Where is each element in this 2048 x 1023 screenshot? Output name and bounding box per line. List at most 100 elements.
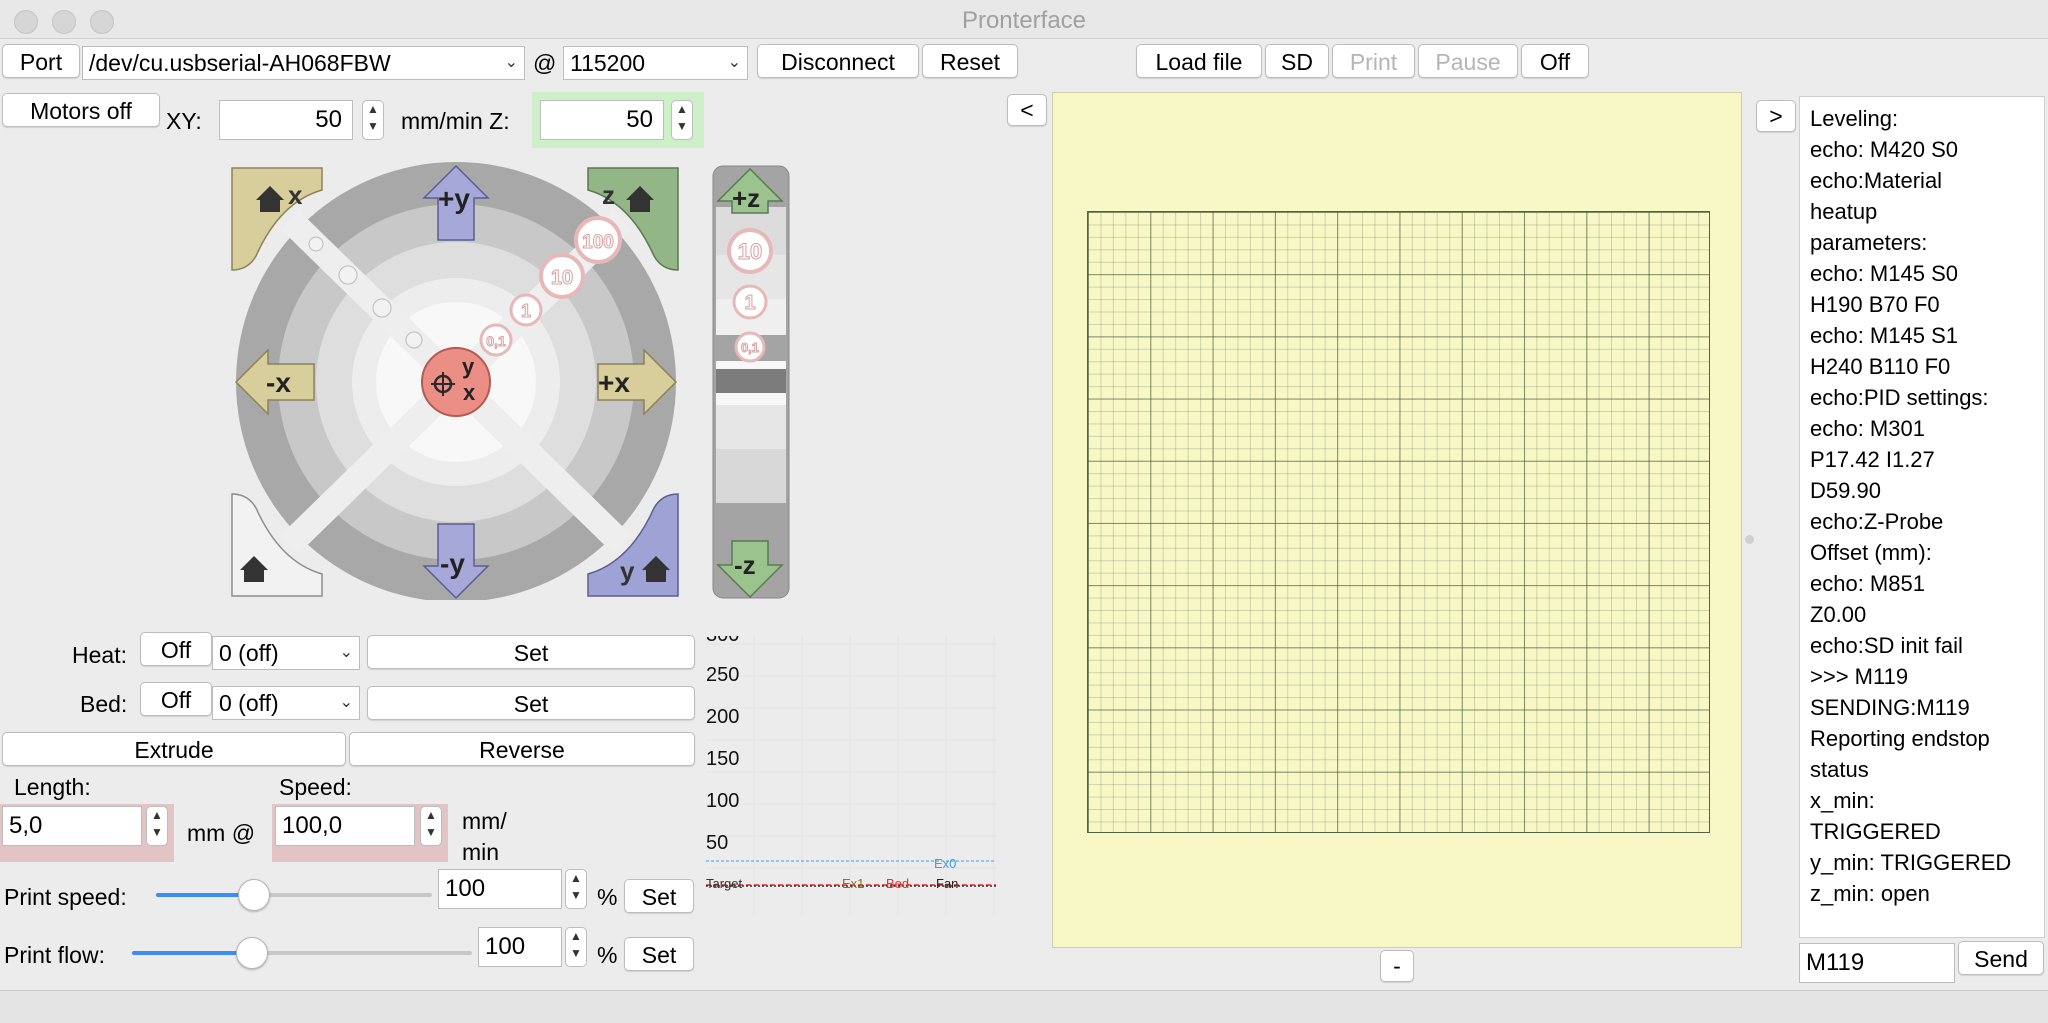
print-flow-input[interactable]: 100 — [478, 927, 562, 967]
y-tick-300: 300 — [706, 636, 739, 647]
print-speed-slider-knob[interactable] — [237, 879, 270, 911]
length-stepper[interactable]: ▲ ▼ — [146, 806, 168, 846]
console-line: Offset (mm): — [1810, 540, 1932, 565]
disconnect-button[interactable]: Disconnect — [757, 44, 919, 78]
home-x-label: x — [288, 180, 303, 210]
print-speed-input[interactable]: 100 — [438, 869, 562, 909]
console-line: P17.42 I1.27 — [1810, 447, 1935, 472]
y-tick-200: 200 — [706, 706, 740, 728]
heat-value: 0 (off) — [219, 640, 279, 666]
console-line: Reporting endstop — [1810, 726, 1990, 751]
xy-label: XY: — [166, 108, 202, 134]
reset-button[interactable]: Reset — [922, 44, 1018, 78]
console-log[interactable]: Leveling: echo: M420 S0 echo:Material heatu… — [1799, 96, 2045, 938]
print-speed-set-button[interactable]: Set — [624, 879, 694, 913]
status-bar — [0, 990, 2048, 1023]
z-step-1-label: 1 — [744, 292, 755, 314]
pause-button[interactable]: Pause — [1418, 44, 1518, 78]
min-unit-label: min — [462, 839, 500, 865]
heat-set-button[interactable]: Set — [367, 635, 695, 669]
y-tick-250: 250 — [706, 664, 740, 686]
temperature-graph: 300 250 200 150 100 50 Ex0 Target Ex1 Be… — [706, 636, 996, 914]
xy-jog-control[interactable]: x z y +y -y -x +x 100 10 1 0,1 y x — [230, 160, 690, 600]
plus-x-label: +x — [598, 367, 630, 398]
load-file-button[interactable]: Load file — [1136, 44, 1262, 78]
z-feedrate-stepper[interactable]: ▲ ▼ — [671, 100, 693, 140]
console-line: echo: M145 S0 — [1810, 261, 1958, 286]
console-line: x_min: — [1810, 788, 1875, 813]
splitter-handle[interactable] — [1745, 535, 1754, 544]
console-line: parameters: — [1810, 230, 1928, 255]
send-button[interactable]: Send — [1958, 941, 2044, 975]
legend-target: Target — [706, 876, 743, 891]
reverse-button[interactable]: Reverse — [349, 732, 695, 766]
z-step-10-label: 10 — [738, 239, 762, 264]
z-feedrate-input[interactable]: 50 — [540, 100, 664, 140]
step-10-label: 10 — [551, 267, 573, 289]
console-line: status — [1810, 757, 1869, 782]
bed-set-button[interactable]: Set — [367, 686, 695, 720]
mm-at-label: mm @ — [187, 820, 256, 846]
off-button[interactable]: Off — [1521, 44, 1589, 78]
bed-label: Bed: — [80, 691, 128, 717]
bed-select[interactable]: 0 (off) ⌄ — [212, 686, 360, 720]
mm-unit-label: mm/ — [462, 808, 507, 834]
speed-input[interactable]: 100,0 — [275, 806, 415, 846]
bed-value: 0 (off) — [219, 690, 279, 716]
z-plus-label: +z — [732, 183, 760, 213]
plus-y-label: +y — [438, 183, 470, 214]
heat-select[interactable]: 0 (off) ⌄ — [212, 636, 360, 670]
chevron-down-icon: ⌄ — [339, 694, 353, 711]
z-down-10-button[interactable] — [716, 449, 786, 503]
legend-ex1: Ex1 — [842, 876, 865, 891]
port-select[interactable]: /dev/cu.usbserial-AH068FBW ⌄ — [82, 46, 525, 80]
center-button[interactable] — [421, 347, 491, 417]
console-line: >>> M119 — [1810, 664, 1909, 689]
print-flow-stepper[interactable]: ▲ ▼ — [565, 927, 587, 967]
step-dot — [308, 236, 324, 252]
print-button[interactable]: Print — [1332, 44, 1415, 78]
at-label: @ — [533, 50, 557, 76]
speed-stepper[interactable]: ▲ ▼ — [420, 806, 442, 846]
home-y-label: y — [620, 556, 635, 586]
y-tick-100: 100 — [706, 790, 740, 812]
console-line: echo:SD init fail — [1810, 633, 1963, 658]
chevron-down-icon: ⌄ — [339, 644, 353, 661]
heat-off-button[interactable]: Off — [140, 632, 212, 666]
print-flow-slider-knob[interactable] — [236, 937, 268, 969]
console-line: echo:PID settings: — [1810, 385, 1989, 410]
z-down-1-button[interactable] — [716, 405, 786, 449]
xy-feedrate-input[interactable]: 50 — [219, 100, 353, 140]
step-dot — [372, 298, 392, 318]
print-flow-set-button[interactable]: Set — [624, 937, 694, 971]
z-jog-control[interactable]: +z -z 10 1 0,1 — [712, 165, 792, 601]
xy-feedrate-stepper[interactable]: ▲ ▼ — [362, 100, 384, 140]
console-line: echo:Z-Probe — [1810, 509, 1944, 534]
view-bottom-button[interactable]: - — [1380, 950, 1414, 982]
console-line: heatup — [1810, 199, 1878, 224]
extrude-button[interactable]: Extrude — [2, 732, 346, 766]
window-title: Pronterface — [961, 7, 1087, 34]
motors-off-button[interactable]: Motors off — [2, 93, 160, 127]
step-dot — [405, 331, 423, 349]
minus-x-label: -x — [266, 367, 291, 398]
length-input[interactable]: 5,0 — [2, 806, 142, 846]
print-speed-percent: % — [597, 884, 618, 910]
print-speed-stepper[interactable]: ▲ ▼ — [565, 869, 587, 909]
mm-min-z-label: mm/min Z: — [401, 108, 510, 134]
minus-y-label: -y — [440, 548, 465, 579]
sd-button[interactable]: SD — [1265, 44, 1329, 78]
step-100-label: 100 — [582, 232, 614, 253]
bed-off-button[interactable]: Off — [140, 682, 212, 716]
collapse-right-button[interactable]: > — [1756, 100, 1796, 132]
port-button[interactable]: Port — [2, 44, 80, 78]
console-line: echo:Material — [1810, 168, 1943, 193]
build-plate-grid — [1087, 211, 1710, 833]
console-line: H190 B70 F0 — [1810, 292, 1940, 317]
collapse-left-button[interactable]: < — [1007, 94, 1047, 126]
legend-bed: Bed — [886, 876, 910, 891]
baud-select[interactable]: 115200 ⌄ — [563, 46, 748, 80]
command-input[interactable]: M119 — [1799, 943, 1955, 983]
console-line: D59.90 — [1810, 478, 1881, 503]
chevron-down-icon: ⌄ — [504, 54, 518, 71]
